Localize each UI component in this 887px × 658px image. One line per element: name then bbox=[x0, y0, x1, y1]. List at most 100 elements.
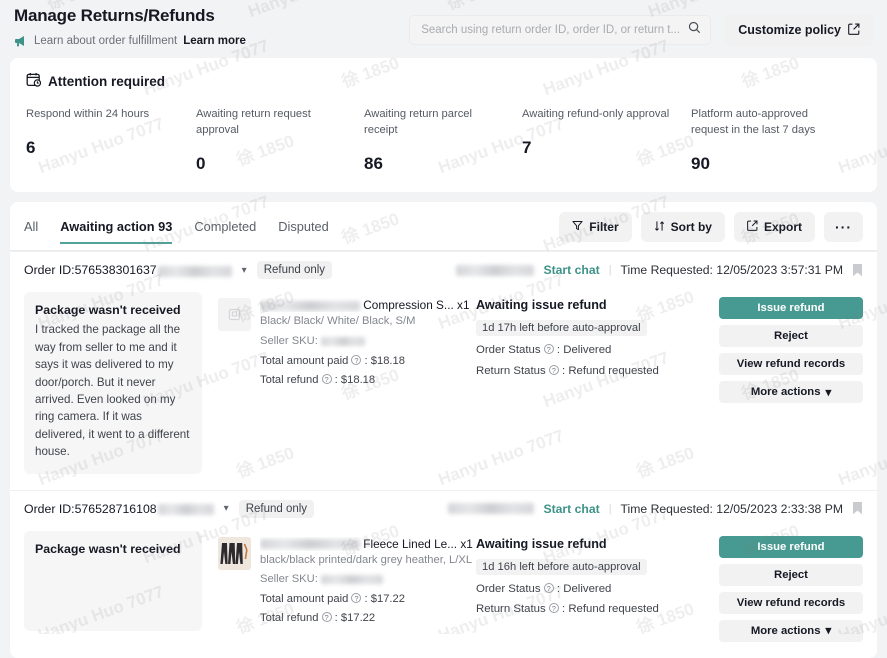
separator: | bbox=[608, 264, 612, 277]
return-status-value: Refund requested bbox=[568, 365, 659, 377]
refund-value: $17.22 bbox=[340, 612, 376, 625]
total-refund: Total refund ? : $17.22 bbox=[260, 612, 376, 625]
search-box[interactable] bbox=[409, 15, 712, 45]
product-qty: x1 bbox=[460, 536, 473, 551]
product-sku: Seller SKU: bbox=[260, 332, 470, 352]
more-options-button[interactable]: ··· bbox=[824, 212, 863, 243]
stat-awaiting-parcel: Awaiting return parcel receipt 86 bbox=[364, 106, 522, 174]
start-chat-link[interactable]: Start chat bbox=[543, 502, 599, 516]
order-status: Order Status ? : Delivered bbox=[476, 344, 612, 357]
help-icon[interactable]: ? bbox=[548, 603, 559, 614]
return-reason-body: I tracked the package all the way from s… bbox=[35, 323, 190, 459]
help-icon[interactable]: ? bbox=[351, 354, 362, 365]
order-body: Package wasn't received Fleece Lined Le.… bbox=[10, 527, 877, 658]
watermark-text: 徐 1850 bbox=[0, 517, 2, 561]
export-button[interactable]: Export bbox=[733, 212, 815, 243]
separator: | bbox=[608, 502, 612, 515]
flag-icon[interactable] bbox=[852, 501, 863, 516]
image-placeholder-icon[interactable] bbox=[218, 298, 251, 332]
tab-disputed[interactable]: Disputed bbox=[278, 219, 329, 244]
more-actions-label: More actions bbox=[750, 386, 821, 399]
tab-completed[interactable]: Completed bbox=[194, 219, 256, 244]
watermark-text: 徐 1850 bbox=[0, 49, 2, 93]
order-id-label: Order ID: bbox=[24, 263, 75, 278]
tabs-bar: All Awaiting action 93 Completed Dispute… bbox=[10, 202, 877, 250]
sort-by-label: Sort by bbox=[670, 220, 712, 235]
help-icon[interactable]: ? bbox=[548, 365, 559, 375]
view-refund-records-button[interactable]: View refund records bbox=[719, 353, 863, 376]
chevron-down-icon[interactable]: ▾ bbox=[224, 503, 229, 514]
product-sku: Seller SKU: bbox=[260, 570, 473, 590]
order-actions: Issue refund Reject View refund records … bbox=[719, 531, 863, 642]
help-icon[interactable]: ? bbox=[321, 374, 332, 385]
stat-respond-24h: Respond within 24 hours 6 bbox=[26, 106, 196, 174]
search-input[interactable] bbox=[419, 23, 683, 37]
product-title-row[interactable]: Fleece Lined Le... x1 bbox=[260, 537, 473, 551]
return-status-label: Return Status bbox=[476, 603, 546, 616]
page-header: Manage Returns/Refunds Learn about order… bbox=[0, 0, 887, 47]
customize-policy-label: Customize policy bbox=[738, 23, 841, 37]
megaphone-icon bbox=[14, 35, 28, 47]
export-label: Export bbox=[763, 220, 802, 235]
auto-approval-countdown: 1d 16h left before auto-approval bbox=[476, 558, 647, 575]
stat-awaiting-return-request: Awaiting return request approval 0 bbox=[196, 106, 364, 174]
product-variant: black/black printed/dark grey heather, L… bbox=[260, 553, 473, 566]
reject-button[interactable]: Reject bbox=[719, 563, 863, 586]
customize-policy-button[interactable]: Customize policy bbox=[725, 14, 873, 46]
learn-more-link[interactable]: Learn more bbox=[183, 35, 246, 47]
tab-all[interactable]: All bbox=[24, 219, 38, 244]
reject-button[interactable]: Reject bbox=[719, 325, 863, 348]
product-variant: Black/ Black/ White/ Black, S/M bbox=[260, 315, 416, 328]
order-header-meta: Start chat | Time Requested: 12/05/2023 … bbox=[456, 263, 863, 278]
sort-by-button[interactable]: Sort by bbox=[640, 212, 725, 243]
total-refund: Total refund ? : $18.18 bbox=[260, 374, 376, 387]
returns-list-card: All Awaiting action 93 Completed Dispute… bbox=[10, 202, 877, 658]
chevron-down-icon: ▾ bbox=[825, 625, 832, 638]
issue-refund-button[interactable]: Issue refund bbox=[719, 297, 863, 320]
product-lines: Fleece Lined Le... x1 black/black printe… bbox=[260, 537, 473, 629]
view-refund-records-button[interactable]: View refund records bbox=[719, 591, 863, 614]
tab-awaiting-action[interactable]: Awaiting action 93 bbox=[60, 219, 173, 244]
flag-icon[interactable] bbox=[852, 263, 863, 278]
order-status: Order Status ? : Delivered bbox=[476, 582, 612, 595]
help-icon[interactable]: ? bbox=[543, 344, 554, 355]
refund-type-pill: Refund only bbox=[238, 499, 315, 518]
help-icon[interactable]: ? bbox=[543, 582, 554, 593]
refund-label: Total refund bbox=[260, 612, 319, 625]
search-icon[interactable] bbox=[688, 21, 701, 39]
time-requested: Time Requested: 12/05/2023 3:57:31 PM bbox=[620, 263, 843, 278]
order-id-value: 576538301637 bbox=[74, 263, 157, 278]
stat-label: Platform auto-approved request in the la… bbox=[691, 108, 816, 137]
chevron-down-icon[interactable]: ▾ bbox=[242, 265, 247, 276]
filter-button[interactable]: Filter bbox=[559, 212, 632, 243]
product-info: Compression S... x1 Black/ Black/ White/… bbox=[218, 292, 476, 390]
product-title-row[interactable]: Compression S... x1 bbox=[260, 298, 470, 312]
issue-refund-button[interactable]: Issue refund bbox=[719, 535, 863, 558]
product-photo[interactable] bbox=[218, 536, 251, 570]
total-amount-paid: Total amount paid ? : $18.18 bbox=[260, 354, 405, 367]
return-status: Return Status ? : Refund requested bbox=[476, 603, 659, 616]
refund-value: $18.18 bbox=[340, 374, 376, 387]
order-status-label: Order Status bbox=[476, 344, 541, 357]
more-actions-button[interactable]: More actions ▾ bbox=[719, 381, 863, 404]
return-reason-card: Package wasn't received I tracked the pa… bbox=[24, 292, 202, 474]
stat-value: 7 bbox=[522, 138, 532, 158]
more-actions-label: More actions bbox=[750, 624, 821, 637]
help-icon[interactable]: ? bbox=[351, 592, 362, 603]
more-actions-button[interactable]: More actions ▾ bbox=[719, 619, 863, 642]
product-name-redacted bbox=[260, 301, 360, 312]
order-status-value: Delivered bbox=[563, 582, 612, 595]
return-reason-title: Package wasn't received bbox=[35, 303, 181, 318]
order-id-redacted bbox=[157, 265, 232, 277]
buyer-name-redacted bbox=[448, 503, 535, 515]
paid-value: $18.18 bbox=[370, 354, 405, 367]
paid-label: Total amount paid bbox=[260, 354, 349, 367]
order-status-label: Order Status bbox=[476, 582, 541, 595]
order-header: Order ID:576528716108 ▾ Refund only Star… bbox=[10, 490, 877, 527]
export-icon bbox=[747, 220, 758, 234]
order-body: Package wasn't received I tracked the pa… bbox=[10, 288, 877, 489]
stat-value: 86 bbox=[364, 154, 383, 174]
start-chat-link[interactable]: Start chat bbox=[543, 263, 599, 277]
help-icon[interactable]: ? bbox=[321, 612, 332, 623]
attention-required-card: Attention required Respond within 24 hou… bbox=[10, 58, 877, 193]
